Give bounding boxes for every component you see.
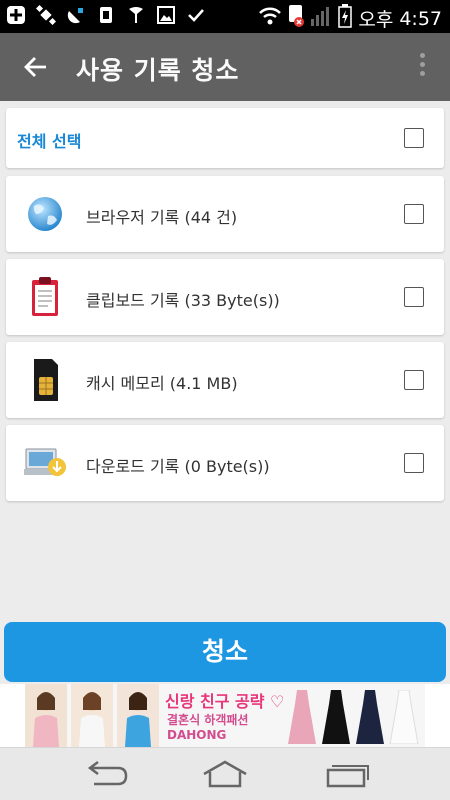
list-item-label: 클립보드 기록 (33 Byte(s)) bbox=[86, 291, 280, 310]
list-item-cache-memory[interactable]: 캐시 메모리 (4.1 MB) bbox=[6, 342, 444, 418]
clean-button[interactable]: 청소 bbox=[4, 622, 446, 682]
battery-charging-icon bbox=[338, 4, 353, 33]
sim-card-icon bbox=[96, 5, 116, 25]
ad-image[interactable]: 신랑 친구 공략 ♡ 결혼식 하객패션 DAHONG bbox=[25, 684, 425, 747]
page-title: 사용 기록 청소 bbox=[76, 56, 240, 85]
list-item-checkbox[interactable] bbox=[404, 370, 424, 390]
list-item-label: 캐시 메모리 (4.1 MB) bbox=[86, 374, 238, 393]
ad-headline: 신랑 친구 공략 ♡ bbox=[165, 692, 285, 711]
ad-banner[interactable]: 신랑 친구 공략 ♡ 결혼식 하객패션 DAHONG bbox=[0, 684, 450, 747]
list-item-label: 브라우저 기록 (44 건) bbox=[86, 208, 238, 227]
ad-model-photo bbox=[71, 684, 113, 747]
back-nav-icon[interactable] bbox=[80, 758, 130, 790]
ad-dress-white bbox=[389, 689, 419, 747]
key-icon bbox=[126, 5, 146, 25]
list-item-label: 다운로드 기록 (0 Byte(s)) bbox=[86, 457, 270, 476]
ad-subtitle: 결혼식 하객패션 bbox=[167, 713, 249, 727]
list-item-checkbox[interactable] bbox=[404, 204, 424, 224]
status-bar: 오후 4:57 bbox=[0, 0, 450, 33]
check-icon bbox=[186, 5, 206, 25]
globe-icon bbox=[24, 192, 66, 236]
list-item-browser-history[interactable]: 브라우저 기록 (44 건) bbox=[6, 176, 444, 252]
clipboard-icon bbox=[24, 275, 66, 319]
ad-dress-black bbox=[321, 690, 351, 747]
sim-alert-icon bbox=[288, 4, 305, 33]
back-arrow-icon[interactable] bbox=[22, 53, 50, 81]
list-item-checkbox[interactable] bbox=[404, 453, 424, 473]
wifi-icon bbox=[258, 6, 282, 31]
status-icons-left bbox=[6, 5, 206, 25]
select-all-row[interactable]: 전체 선택 bbox=[6, 108, 444, 168]
ad-brand: DAHONG bbox=[167, 728, 227, 742]
gallery-icon bbox=[156, 5, 176, 25]
list-item-download-history[interactable]: 다운로드 기록 (0 Byte(s)) bbox=[6, 425, 444, 501]
ad-model-photo bbox=[25, 684, 67, 747]
download-computer-icon bbox=[24, 441, 66, 485]
recents-nav-icon[interactable] bbox=[322, 758, 372, 790]
satellite-dish-icon bbox=[66, 5, 86, 25]
status-icons-right: 오후 4:57 bbox=[258, 4, 442, 33]
app-bar: 사용 기록 청소 bbox=[0, 33, 450, 101]
satellite-icon bbox=[36, 5, 56, 25]
sim-chip-icon bbox=[24, 357, 66, 401]
signal-icon bbox=[310, 5, 332, 32]
add-icon bbox=[6, 5, 26, 25]
home-nav-icon[interactable] bbox=[200, 758, 250, 790]
list-item-checkbox[interactable] bbox=[404, 287, 424, 307]
ad-model-photo bbox=[117, 684, 159, 747]
status-time: 4:57 bbox=[399, 7, 442, 30]
select-all-checkbox[interactable] bbox=[404, 128, 424, 148]
select-all-label: 전체 선택 bbox=[17, 132, 82, 151]
list-item-clipboard-history[interactable]: 클립보드 기록 (33 Byte(s)) bbox=[6, 259, 444, 335]
ad-dress-pink bbox=[287, 690, 317, 747]
ad-dress-navy bbox=[355, 690, 385, 747]
status-ampm: 오후 bbox=[358, 9, 394, 31]
system-nav-bar bbox=[0, 747, 450, 800]
overflow-menu-icon[interactable] bbox=[418, 53, 426, 81]
